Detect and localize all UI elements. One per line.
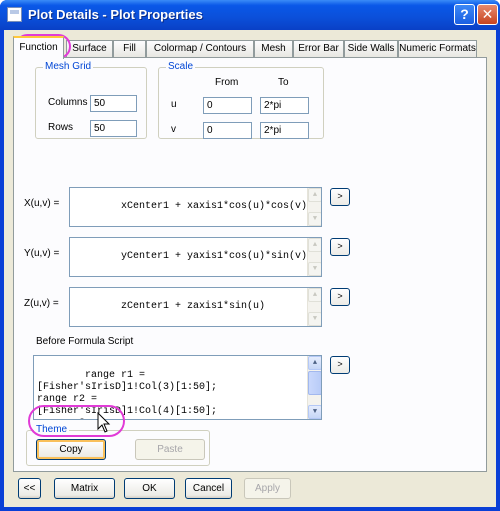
x-formula-label: X(u,v) = (24, 198, 60, 209)
theme-title: Theme (34, 424, 70, 435)
tab-error-bar[interactable]: Error Bar (293, 40, 344, 58)
scale-title: Scale (166, 61, 196, 72)
u-label: u (171, 99, 177, 110)
scroll-up-icon[interactable]: ▲ (308, 238, 321, 252)
theme-group: Theme Copy Paste (26, 424, 210, 466)
scroll-down-icon[interactable]: ▼ (308, 212, 321, 226)
tab-function[interactable]: Function (13, 36, 64, 59)
dialog-client: Function Surface Fill Colormap / Contour… (4, 30, 496, 507)
y-formula-label: Y(u,v) = (24, 248, 60, 259)
columns-input[interactable]: 50 (90, 95, 137, 112)
y-formula-input[interactable]: yCenter1 + yaxis1*cos(u)*sin(v) ▲ ▼ (69, 237, 322, 277)
z-formula-label: Z(u,v) = (24, 298, 59, 309)
window-title: Plot Details - Plot Properties (28, 7, 203, 22)
to-label: To (278, 77, 289, 88)
z-formula-text: zCenter1 + zaxis1*sin(u) (121, 301, 266, 312)
scroll-down-icon[interactable]: ▼ (308, 262, 321, 276)
tab-colormap-contours[interactable]: Colormap / Contours (146, 40, 254, 58)
z-formula-expand-button[interactable]: > (330, 288, 350, 306)
before-script-expand-button[interactable]: > (330, 356, 350, 374)
help-button[interactable]: ? (454, 4, 475, 25)
scroll-down-icon[interactable]: ▼ (308, 312, 321, 326)
tab-side-walls[interactable]: Side Walls (344, 40, 398, 58)
scroll-down-icon[interactable]: ▼ (308, 405, 321, 419)
before-script-scrollbar[interactable]: ▲ ▼ (307, 356, 321, 419)
u-to-input[interactable]: 2*pi (260, 97, 309, 114)
tab-numeric-formats[interactable]: Numeric Formats (398, 40, 477, 58)
rows-label: Rows (48, 122, 74, 133)
chevron-right-icon: > (337, 359, 343, 369)
chevron-right-icon: > (337, 241, 343, 251)
cancel-button[interactable]: Cancel (185, 478, 232, 499)
mesh-grid-title: Mesh Grid (43, 61, 94, 72)
y-formula-scrollbar[interactable]: ▲ ▼ (307, 238, 321, 276)
matrix-button[interactable]: Matrix (54, 478, 115, 499)
tab-mesh[interactable]: Mesh (254, 40, 293, 58)
scroll-up-icon[interactable]: ▲ (308, 356, 321, 370)
scale-group: Scale From To u 0 2*pi v 0 2*pi (158, 61, 324, 139)
close-icon: ✕ (481, 6, 494, 22)
v-from-input[interactable]: 0 (203, 122, 252, 139)
app-icon (7, 7, 22, 22)
mouse-pointer-icon (97, 412, 111, 433)
collapse-button[interactable]: << (18, 478, 41, 499)
mesh-grid-group: Mesh Grid Columns 50 Rows 50 (35, 61, 147, 139)
u-from-input[interactable]: 0 (203, 97, 252, 114)
x-formula-scrollbar[interactable]: ▲ ▼ (307, 188, 321, 226)
scroll-up-icon[interactable]: ▲ (308, 188, 321, 202)
paste-button[interactable]: Paste (135, 439, 205, 460)
z-formula-input[interactable]: zCenter1 + zaxis1*sin(u) ▲ ▼ (69, 287, 322, 327)
scroll-thumb[interactable] (308, 371, 321, 395)
ok-button[interactable]: OK (124, 478, 175, 499)
y-formula-text: yCenter1 + yaxis1*cos(u)*sin(v) (121, 251, 308, 262)
x-formula-text: xCenter1 + xaxis1*cos(u)*cos(v) (121, 201, 308, 212)
v-label: v (171, 124, 176, 135)
chevron-right-icon: > (337, 291, 343, 301)
columns-label: Columns (48, 97, 88, 108)
z-formula-scrollbar[interactable]: ▲ ▼ (307, 288, 321, 326)
tab-fill[interactable]: Fill (113, 40, 146, 58)
y-formula-expand-button[interactable]: > (330, 238, 350, 256)
close-button[interactable]: ✕ (477, 4, 498, 25)
dialog-window: Plot Details - Plot Properties ? ✕ Funct… (0, 0, 500, 511)
chevron-right-icon: > (337, 191, 343, 201)
title-bar[interactable]: Plot Details - Plot Properties ? ✕ (0, 0, 500, 30)
x-formula-expand-button[interactable]: > (330, 188, 350, 206)
tab-surface[interactable]: Surface (66, 40, 113, 58)
apply-button[interactable]: Apply (244, 478, 291, 499)
v-to-input[interactable]: 2*pi (260, 122, 309, 139)
from-label: From (215, 77, 239, 88)
scroll-up-icon[interactable]: ▲ (308, 288, 321, 302)
before-script-input[interactable]: range r1 = [Fisher'sIrisD]1!Col(3)[1:50]… (33, 355, 322, 420)
copy-button[interactable]: Copy (36, 439, 106, 460)
rows-input[interactable]: 50 (90, 120, 137, 137)
help-icon: ? (460, 6, 469, 22)
function-panel: Mesh Grid Columns 50 Rows 50 Scale From … (13, 57, 487, 472)
x-formula-input[interactable]: xCenter1 + xaxis1*cos(u)*cos(v) ▲ ▼ (69, 187, 322, 227)
before-script-text: range r1 = [Fisher'sIrisD]1!Col(3)[1:50]… (37, 370, 218, 419)
before-script-label: Before Formula Script (36, 336, 134, 347)
